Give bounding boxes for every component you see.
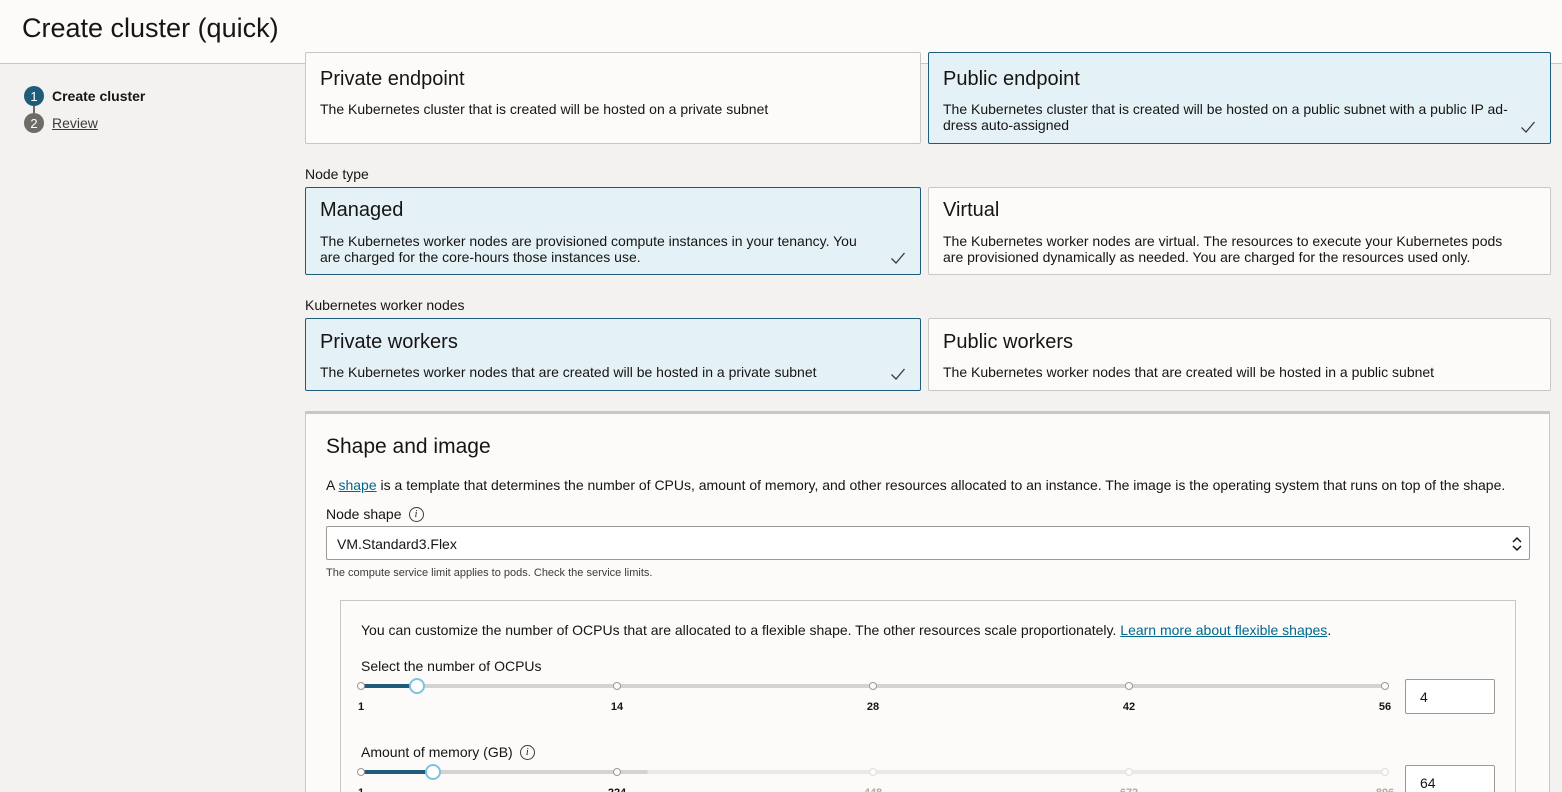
- learn-more-link[interactable]: Learn more about flexible shapes: [1120, 622, 1327, 638]
- step-create-cluster[interactable]: 1 Create cluster: [24, 86, 145, 106]
- step-number: 2: [24, 113, 44, 133]
- card-description: The Kubernetes worker nodes that are cre…: [320, 364, 817, 380]
- check-icon: [891, 368, 905, 380]
- ocpu-slider-label: Select the number of OCPUs: [361, 658, 542, 674]
- card-title: Managed: [320, 199, 404, 221]
- worker-nodes-label: Kubernetes worker nodes: [305, 297, 465, 313]
- card-title: Public endpoint: [943, 68, 1080, 90]
- step-label[interactable]: Review: [52, 115, 98, 131]
- slider-tick: [613, 682, 621, 690]
- slider-tick: [613, 768, 621, 776]
- slider-tick-label: 56: [1378, 701, 1392, 713]
- slider-tick: [869, 682, 877, 690]
- node-shape-label-text: Node shape: [326, 506, 402, 522]
- virtual-node-card[interactable]: Virtual The Kubernetes worker nodes are …: [928, 187, 1551, 275]
- public-endpoint-card[interactable]: Public endpoint The Kubernetes cluster t…: [928, 52, 1551, 144]
- node-shape-select[interactable]: VM.Standard3.Flex: [326, 526, 1530, 560]
- slider-tick-label: 448: [864, 787, 882, 792]
- step-label: Create cluster: [52, 88, 146, 104]
- flex-shape-config: You can customize the number of OCPUs th…: [340, 600, 1516, 792]
- node-type-label: Node type: [305, 166, 369, 182]
- info-icon[interactable]: i: [519, 744, 535, 760]
- card-description: The Kubernetes worker nodes that are cre…: [943, 364, 1435, 380]
- check-icon: [1521, 121, 1535, 133]
- slider-tick-label: 224: [608, 787, 626, 792]
- service-limit-helper: The compute service limit applies to pod…: [326, 567, 653, 579]
- private-endpoint-card[interactable]: Private endpoint The Kubernetes cluster …: [305, 52, 921, 144]
- slider-tick-label: 1: [357, 701, 365, 713]
- info-icon[interactable]: i: [408, 506, 424, 522]
- section-title: Shape and image: [326, 435, 491, 458]
- slider-tick: [869, 768, 877, 776]
- slider-thumb[interactable]: [425, 764, 442, 780]
- step-review[interactable]: 2 Review: [24, 113, 98, 133]
- flex-intro: You can customize the number of OCPUs th…: [361, 622, 1331, 638]
- private-workers-card[interactable]: Private workers The Kubernetes worker no…: [305, 318, 921, 391]
- slider-tick: [357, 682, 365, 690]
- slider-tick: [1381, 768, 1389, 776]
- step-connector: [33, 106, 35, 113]
- node-shape-label: Node shape i: [326, 506, 424, 522]
- slider-tick: [357, 768, 365, 776]
- shape-intro: A shape is a template that determines th…: [326, 477, 1505, 493]
- slider-tick-label: 1: [358, 787, 364, 792]
- memory-slider[interactable]: [357, 764, 1389, 780]
- intro-text: You can customize the number of OCPUs th…: [361, 622, 1121, 638]
- slider-thumb[interactable]: [408, 678, 425, 694]
- slider-tick-label: 28: [866, 701, 880, 713]
- memory-slider-label: Amount of memory (GB) i: [361, 744, 535, 760]
- card-title: Virtual: [943, 199, 1000, 221]
- ocpu-slider[interactable]: [357, 678, 1389, 694]
- card-title: Private endpoint: [320, 68, 465, 90]
- public-workers-card[interactable]: Public workers The Kubernetes worker nod…: [928, 318, 1551, 391]
- card-title: Private workers: [320, 331, 458, 353]
- intro-text: .: [1327, 622, 1332, 638]
- node-shape-value: VM.Standard3.Flex: [337, 536, 457, 552]
- slider-tick-label: 672: [1120, 787, 1138, 792]
- card-description: The Kubernetes cluster that is created w…: [320, 101, 769, 117]
- slider-tick: [1381, 682, 1389, 690]
- memory-input[interactable]: 64: [1405, 765, 1495, 792]
- ocpu-label-text: Select the number of OCPUs: [361, 658, 542, 674]
- chevron-updown-icon: [1512, 536, 1522, 552]
- memory-label-text: Amount of memory (GB): [361, 744, 513, 760]
- slider-tick-label: 896: [1376, 787, 1394, 792]
- slider-tick-label: 42: [1122, 701, 1136, 713]
- memory-slider-fill: [361, 770, 434, 774]
- intro-text: is a template that determines the number…: [376, 477, 1506, 493]
- check-icon: [891, 252, 905, 264]
- card-description: The Kubernetes cluster that is created w…: [943, 101, 1508, 133]
- shape-link[interactable]: shape: [338, 477, 376, 493]
- step-number: 1: [24, 86, 44, 106]
- page-title: Create cluster (quick): [22, 13, 279, 43]
- slider-tick: [1125, 682, 1133, 690]
- card-description: The Kubernetes worker nodes are provisio…: [320, 233, 857, 265]
- slider-tick: [1125, 768, 1133, 776]
- card-description: The Kubernetes worker nodes are virtual.…: [943, 233, 1503, 265]
- intro-text: A: [326, 477, 339, 493]
- managed-node-card[interactable]: Managed The Kubernetes worker nodes are …: [305, 187, 921, 275]
- slider-tick-label: 14: [610, 701, 624, 713]
- ocpu-input[interactable]: 4: [1405, 679, 1495, 714]
- card-title: Public workers: [943, 331, 1074, 353]
- shape-and-image-panel: Shape and image A shape is a template th…: [305, 411, 1550, 792]
